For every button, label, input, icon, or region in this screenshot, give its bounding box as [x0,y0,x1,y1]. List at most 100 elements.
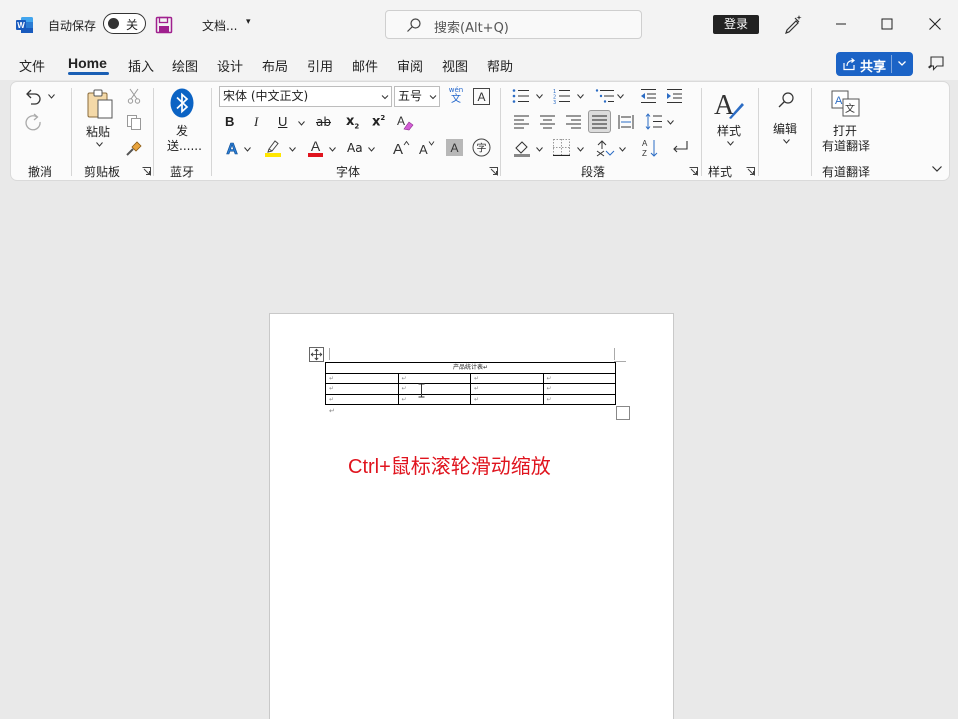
table-cell[interactable]: ↵ [542,393,616,405]
chevron-down-icon[interactable] [96,142,103,147]
comments-icon[interactable] [927,55,945,73]
shrink-font-icon[interactable]: A [418,139,436,157]
save-icon[interactable] [155,16,173,34]
redo-icon[interactable] [24,113,42,131]
bullets-icon[interactable] [512,88,530,104]
table-cell[interactable]: ↵ [542,372,616,384]
tab-review[interactable]: 审阅 [397,56,423,75]
table-cell[interactable]: ↵ [397,393,471,405]
tab-help[interactable]: 帮助 [487,56,513,75]
chinese-layout-icon[interactable] [596,139,616,157]
chevron-down-icon[interactable] [329,147,336,152]
align-left-icon[interactable] [514,115,529,129]
chevron-down-icon[interactable] [783,139,790,144]
youdao-translate-icon[interactable]: A 文 [831,90,861,118]
tab-home[interactable]: Home [68,55,107,71]
increase-indent-icon[interactable] [666,88,683,104]
tab-layout[interactable]: 布局 [262,56,288,75]
chevron-down-icon[interactable] [727,141,734,146]
bold-button[interactable]: B [225,114,234,129]
styles-icon[interactable]: A [713,88,745,120]
tab-mailings[interactable]: 邮件 [352,56,378,75]
justify-button[interactable] [588,110,611,133]
align-center-icon[interactable] [540,115,555,129]
table-cell[interactable]: ↵ [470,383,544,395]
borders-icon[interactable] [553,139,570,156]
paste-icon[interactable] [85,88,115,120]
sort-icon[interactable]: A Z [641,138,659,158]
copy-icon[interactable] [126,114,142,130]
text-effects-icon[interactable]: A [223,139,241,157]
character-shading-icon[interactable]: A [446,139,463,156]
table-cell[interactable]: ↵ [470,372,544,384]
chevron-down-icon[interactable] [896,57,908,69]
tab-view[interactable]: 视图 [442,56,468,75]
chevron-down-icon[interactable] [931,164,943,174]
table-move-handle-icon[interactable] [309,347,324,362]
phonetic-guide-button[interactable]: wén 文 [446,86,466,108]
table-cell[interactable]: ↵ [470,393,544,405]
italic-button[interactable]: I [254,114,258,130]
tab-references[interactable]: 引用 [307,56,333,75]
show-formatting-marks-icon[interactable] [671,140,689,156]
tab-draw[interactable]: 绘图 [172,56,198,75]
chevron-down-icon[interactable] [617,94,624,99]
chevron-down-icon[interactable]: ▾ [246,17,251,27]
character-border-icon[interactable]: A [473,88,490,105]
bluetooth-icon[interactable] [170,88,194,118]
share-button[interactable]: 共享 [836,52,913,76]
search-input[interactable]: 搜索(Alt+Q) [385,10,642,39]
document-name[interactable]: 文档... [202,17,237,34]
align-right-icon[interactable] [566,115,581,129]
table-cell[interactable]: ↵ [397,372,471,384]
login-button[interactable]: 登录 [713,15,759,34]
table-cell[interactable]: ↵ [325,372,399,384]
change-case-button[interactable]: Aa [347,141,363,155]
editing-button[interactable]: 编辑 [773,120,797,137]
chevron-down-icon[interactable] [667,120,674,125]
decrease-indent-icon[interactable] [640,88,657,104]
tab-insert[interactable]: 插入 [128,56,154,75]
table-cell[interactable]: ↵ [542,383,616,395]
strikethrough-button[interactable]: ab [316,115,331,129]
subscript-button[interactable]: x2 [346,114,359,131]
chevron-down-icon[interactable] [577,94,584,99]
distributed-icon[interactable] [618,114,634,130]
chevron-down-icon[interactable] [577,147,584,152]
table-cell[interactable]: ↵ [397,383,471,395]
table-cell[interactable]: ↵ [325,383,399,395]
chevron-down-icon[interactable] [289,147,296,152]
chevron-down-icon[interactable] [368,147,375,152]
styles-button[interactable]: 样式 [717,122,741,139]
maximize-icon[interactable] [877,14,897,34]
underline-button[interactable]: U [278,114,287,129]
close-icon[interactable] [925,14,945,34]
chevron-down-icon[interactable] [298,121,305,126]
autosave-toggle[interactable]: 关 [103,13,146,34]
line-spacing-icon[interactable] [645,113,663,130]
format-painter-icon[interactable] [126,139,143,156]
font-name-select[interactable]: 宋体 (中文正文) [219,86,392,107]
numbering-icon[interactable]: 123 [553,88,571,104]
designer-pen-icon[interactable] [783,14,803,34]
table-resize-handle[interactable] [616,406,630,420]
product-table[interactable]: 产品统计表↵ ↵ ↵ ↵ ↵ ↵ ↵ ↵ ↵ ↵ ↵ ↵ ↵ [325,362,616,405]
grow-font-icon[interactable]: A [392,139,410,157]
bluetooth-send-line2[interactable]: 送...... [167,137,202,154]
table-cell[interactable]: ↵ [325,393,399,405]
enclose-characters-icon[interactable]: 字 [472,138,491,157]
youdao-open-line2[interactable]: 有道翻译 [822,137,870,154]
undo-icon[interactable] [23,87,43,105]
chevron-down-icon[interactable] [48,94,55,99]
minimize-icon[interactable] [831,14,851,34]
superscript-button[interactable]: x2 [372,114,385,129]
font-size-select[interactable]: 五号 [394,86,440,107]
tab-file[interactable]: 文件 [19,56,45,75]
dialog-launcher-icon[interactable] [746,167,755,176]
cut-icon[interactable] [127,88,141,104]
paste-button[interactable]: 粘贴 [86,123,110,140]
chevron-down-icon[interactable] [536,147,543,152]
chevron-down-icon[interactable] [244,147,251,152]
dialog-launcher-icon[interactable] [489,167,498,176]
table-title-cell[interactable]: 产品统计表↵ [325,362,616,374]
